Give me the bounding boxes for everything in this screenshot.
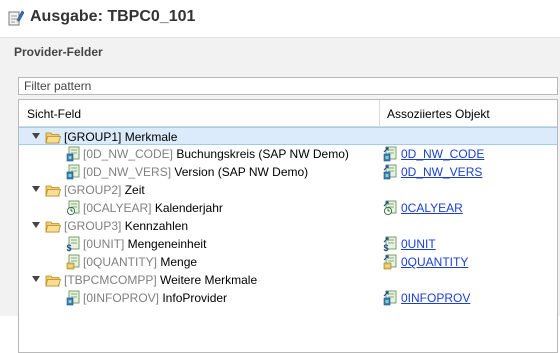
group-code: [GROUP3] [64, 219, 122, 233]
field-code: [0UNIT] [83, 237, 125, 251]
tree-field-row[interactable]: [0INFOPROV] InfoProvider 0INFOPROV [19, 289, 557, 307]
field-code: [0QUANTITY] [83, 255, 158, 269]
link-arrow-icon [383, 291, 389, 297]
tree-rows: [GROUP1] Merkmale [0D_NW_CODE] Buchungskr… [19, 127, 557, 307]
characteristic-icon [66, 290, 80, 306]
assoc-object-cell: $0UNIT [383, 236, 436, 252]
tree-field-row[interactable]: [0D_NW_CODE] Buchungskreis (SAP NW Demo)… [19, 145, 557, 163]
tree-group-row[interactable]: [GROUP1] Merkmale [19, 127, 557, 145]
assoc-object-link[interactable]: 0CALYEAR [401, 201, 463, 215]
assoc-object-link[interactable]: 0INFOPROV [401, 291, 470, 305]
field-name: InfoProvider [159, 291, 228, 305]
folder-open-icon [45, 132, 61, 144]
section-title: Provider-Felder [14, 45, 103, 59]
filter-input[interactable] [18, 77, 558, 95]
expand-toggle-icon[interactable] [32, 133, 40, 139]
field-code: [0D_NW_VERS] [83, 165, 172, 179]
link-arrow-icon [383, 147, 389, 153]
folder-open-icon [45, 275, 61, 287]
tree-header: Sicht-Feld Assoziiertes Objekt [19, 100, 557, 127]
field-name: Buchungskreis (SAP NW Demo) [173, 147, 349, 161]
tree-field-row[interactable]: [0D_NW_VERS] Version (SAP NW Demo) 0D_NW_… [19, 163, 557, 181]
assoc-object-cell: 0CALYEAR [383, 200, 463, 216]
group-name: Merkmale [121, 130, 178, 144]
column-header-assoc-object[interactable]: Assoziiertes Objekt [387, 107, 490, 121]
link-arrow-icon [383, 255, 389, 261]
time-characteristic-icon [66, 200, 80, 216]
column-header-view-field[interactable]: Sicht-Feld [27, 107, 81, 121]
assoc-object-link[interactable]: 0UNIT [401, 237, 436, 251]
group-code: [TBPCMCOMPP] [64, 273, 157, 287]
key-figure-icon [66, 254, 80, 270]
group-code: [GROUP1] [64, 130, 122, 144]
expand-toggle-icon[interactable] [32, 276, 40, 282]
group-label: [GROUP3] Kennzahlen [64, 219, 188, 233]
field-label: [0CALYEAR] Kalenderjahr [83, 201, 223, 215]
field-label: [0D_NW_CODE] Buchungskreis (SAP NW Demo) [83, 147, 349, 161]
assoc-object-link[interactable]: 0D_NW_VERS [401, 165, 482, 179]
column-divider[interactable] [379, 100, 380, 126]
field-label: [0QUANTITY] Menge [83, 255, 197, 269]
field-name: Mengeneinheit [124, 237, 207, 251]
expand-toggle-icon[interactable] [32, 222, 40, 228]
tree-field-row[interactable]: [0CALYEAR] Kalenderjahr 0CALYEAR [19, 199, 557, 217]
group-label: [GROUP1] Merkmale [64, 130, 177, 144]
assoc-object-cell: 0QUANTITY [383, 254, 468, 270]
field-code: [0CALYEAR] [83, 201, 152, 215]
svg-text:$: $ [384, 243, 389, 252]
link-arrow-icon [383, 165, 389, 171]
field-name: Menge [157, 255, 198, 269]
pencil-edit-icon [8, 10, 24, 26]
folder-open-icon [45, 221, 61, 233]
assoc-object-link[interactable]: 0QUANTITY [401, 255, 468, 269]
assoc-object-cell: 0D_NW_VERS [383, 164, 482, 180]
tree-field-row[interactable]: $ [0UNIT] Mengeneinheit $0UNIT [19, 235, 557, 253]
field-label: [0D_NW_VERS] Version (SAP NW Demo) [83, 165, 308, 179]
tree-group-row[interactable]: [GROUP2] Zeit [19, 181, 557, 199]
unit-icon: $ [67, 236, 80, 252]
group-code: [GROUP2] [64, 183, 122, 197]
tree-group-row[interactable]: [GROUP3] Kennzahlen [19, 217, 557, 235]
field-code: [0D_NW_CODE] [83, 147, 174, 161]
group-label: [TBPCMCOMPP] Weitere Merkmale [64, 273, 257, 287]
link-arrow-icon [383, 237, 389, 243]
field-name: Version (SAP NW Demo) [171, 165, 309, 179]
window-title: Ausgabe: TBPC0_101 [30, 8, 196, 25]
svg-text:$: $ [67, 243, 72, 252]
field-name: Kalenderjahr [151, 201, 223, 215]
expand-toggle-icon[interactable] [32, 186, 40, 192]
assoc-object-cell: 0INFOPROV [383, 290, 470, 306]
tree-field-row[interactable]: [0QUANTITY] Menge 0QUANTITY [19, 253, 557, 271]
characteristic-icon [66, 146, 80, 162]
assoc-object-link[interactable]: 0D_NW_CODE [401, 147, 484, 161]
field-code: [0INFOPROV] [83, 291, 160, 305]
field-label: [0INFOPROV] InfoProvider [83, 291, 227, 305]
title-bar: Ausgabe: TBPC0_101 [0, 0, 560, 36]
group-label: [GROUP2] Zeit [64, 183, 145, 197]
group-name: Zeit [121, 183, 145, 197]
field-label: [0UNIT] Mengeneinheit [83, 237, 206, 251]
provider-fields-section: Provider-Felder Sicht-Feld Assoziiertes … [0, 37, 560, 353]
characteristic-icon [66, 164, 80, 180]
folder-open-icon [45, 185, 61, 197]
link-arrow-icon [383, 201, 389, 207]
group-name: Kennzahlen [121, 219, 189, 233]
tree-group-row[interactable]: [TBPCMCOMPP] Weitere Merkmale [19, 271, 557, 289]
group-name: Weitere Merkmale [156, 273, 258, 287]
assoc-object-cell: 0D_NW_CODE [383, 146, 484, 162]
